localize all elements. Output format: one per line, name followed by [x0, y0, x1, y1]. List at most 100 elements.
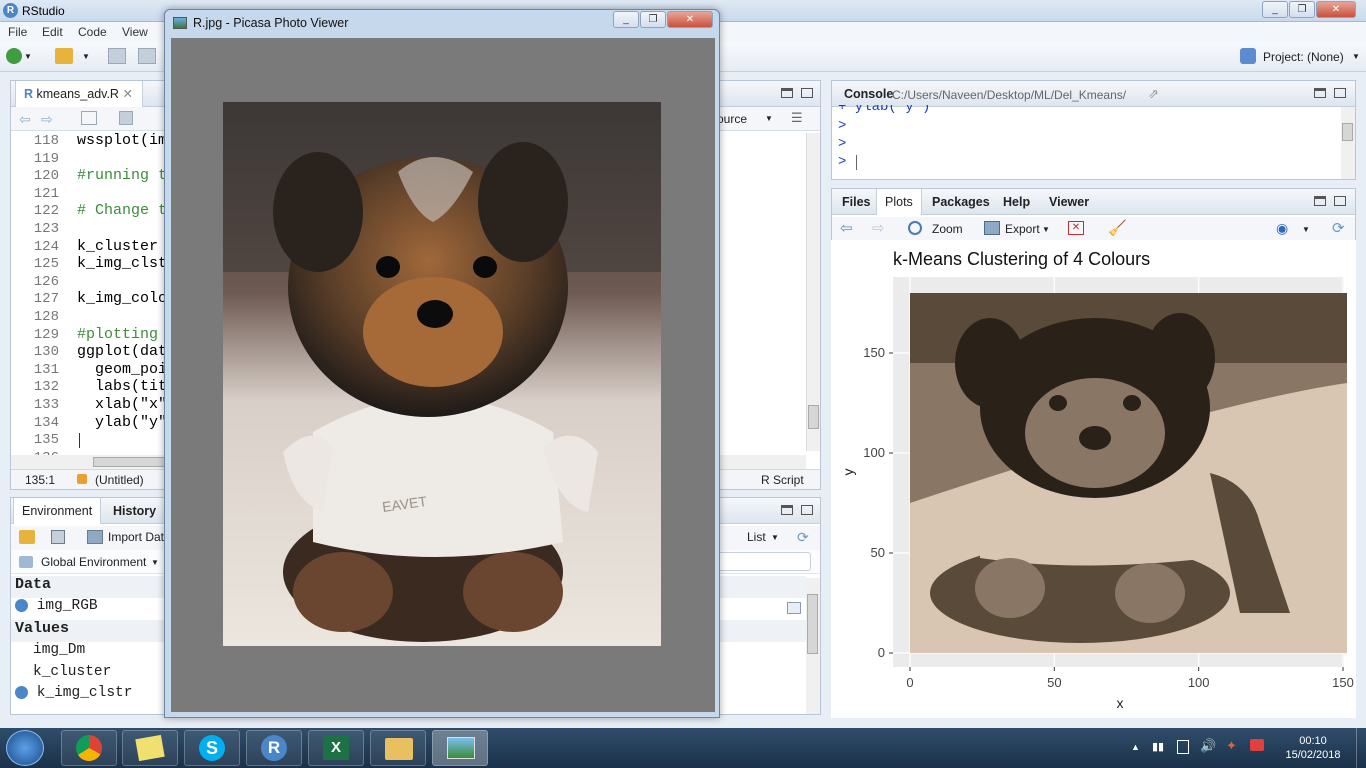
editor-scroll-thumb[interactable] [808, 405, 819, 429]
code-line[interactable]: labs(tit [77, 378, 167, 395]
env-search-input[interactable] [711, 552, 811, 571]
source-dropdown-icon[interactable]: ▼ [765, 114, 773, 123]
zoom-button[interactable]: Zoom [932, 222, 963, 236]
show-desktop-button[interactable] [1356, 728, 1366, 768]
save-source-icon[interactable] [119, 111, 133, 125]
taskbar-picasa[interactable] [432, 730, 488, 766]
code-line[interactable]: xlab("x" [77, 396, 167, 413]
tab-kmeans-adv[interactable]: R kmeans_adv.R ✕ [15, 81, 143, 107]
taskbar-explorer[interactable] [370, 730, 426, 766]
taskbar-skype[interactable]: S [184, 730, 240, 766]
view-mode-dropdown-icon[interactable]: ▼ [771, 533, 779, 542]
editor-vertical-scrollbar[interactable] [806, 133, 820, 451]
menu-edit[interactable]: Edit [42, 25, 63, 39]
refresh-plot-icon[interactable]: ⟳ [1332, 219, 1345, 237]
editor-hscroll-thumb[interactable] [93, 457, 173, 467]
export-button[interactable]: Export [1005, 222, 1040, 236]
start-button-icon[interactable] [6, 730, 44, 766]
minimize-env-pane-icon[interactable] [781, 505, 793, 515]
env-item-k-cluster[interactable]: k_cluster [33, 664, 183, 686]
maximize-button[interactable]: ❐ [1289, 1, 1315, 18]
scope-dropdown-icon[interactable]: ▼ [151, 558, 159, 567]
save-workspace-icon[interactable] [51, 530, 65, 544]
project-selector[interactable]: Project: (None) [1263, 50, 1344, 64]
puppy-photo[interactable]: EAVET [223, 102, 661, 646]
code-line[interactable]: #running t [77, 167, 167, 184]
taskbar-excel[interactable]: X [308, 730, 364, 766]
maximize-console-icon[interactable] [1334, 88, 1346, 98]
console-scrollbar[interactable] [1341, 107, 1355, 179]
scope-context[interactable]: (Untitled) [95, 473, 144, 487]
env-item-img-rgb[interactable]: img_RGB [15, 598, 165, 620]
console-scroll-thumb[interactable] [1342, 123, 1353, 141]
maximize-env-pane-icon[interactable] [801, 505, 813, 515]
show-hidden-icons[interactable]: ▲ [1131, 742, 1140, 752]
taskbar-rstudio[interactable]: R [246, 730, 302, 766]
go-to-directory-icon[interactable]: ⇗ [1148, 86, 1159, 102]
env-item-img-dm[interactable]: img_Dm [33, 642, 183, 664]
code-line[interactable]: #plotting [77, 326, 158, 343]
volume-icon[interactable]: 🔊 [1200, 738, 1216, 754]
tab-history[interactable]: History [105, 498, 164, 524]
minimize-button[interactable]: _ [1262, 1, 1288, 18]
code-line[interactable]: k_img_colo [77, 290, 167, 307]
back-arrow-icon[interactable]: ⇦ [19, 111, 31, 128]
code-line[interactable]: ylab("y" [77, 414, 167, 431]
new-file-dropdown-icon[interactable]: ▼ [24, 52, 32, 61]
clear-plots-broom-icon[interactable]: 🧹 [1108, 219, 1127, 237]
view-table-icon[interactable] [787, 602, 801, 614]
code-line[interactable]: # Change t [77, 202, 167, 219]
new-file-icon[interactable] [6, 48, 22, 64]
battery-icon[interactable] [1177, 740, 1189, 754]
load-workspace-icon[interactable] [19, 530, 35, 544]
expand-icon[interactable] [15, 598, 28, 612]
expand-icon[interactable] [15, 685, 28, 699]
tab-packages[interactable]: Packages [924, 189, 998, 215]
taskbar-sticky-notes[interactable] [122, 730, 178, 766]
zoom-icon[interactable] [908, 221, 922, 235]
taskbar-chrome[interactable] [61, 730, 117, 766]
menu-view[interactable]: View [122, 25, 148, 39]
save-icon[interactable] [108, 48, 126, 64]
publish-dropdown-icon[interactable]: ▼ [1302, 225, 1310, 234]
code-line[interactable]: wssplot(im [77, 133, 167, 149]
tab-viewer[interactable]: Viewer [1041, 189, 1097, 215]
taskbar-clock[interactable]: 00:10 15/02/2018 [1278, 734, 1348, 762]
tab-plots[interactable]: Plots [876, 189, 922, 215]
open-file-icon[interactable] [55, 48, 73, 64]
file-type[interactable]: R Script [761, 473, 804, 487]
code-line[interactable]: k_img_clst [77, 255, 167, 272]
tab-help[interactable]: Help [995, 189, 1038, 215]
previous-plot-icon[interactable]: ⇦ [840, 219, 853, 237]
remove-plot-icon[interactable]: ✕ [1068, 221, 1084, 235]
tray-alert-icon[interactable] [1250, 739, 1264, 751]
minimize-console-icon[interactable] [1314, 88, 1326, 98]
menu-file[interactable]: File [8, 25, 27, 39]
env-scrollbar[interactable] [806, 578, 820, 714]
refresh-env-icon[interactable]: ⟳ [797, 529, 809, 546]
minimize-plots-icon[interactable] [1314, 196, 1326, 206]
console-output[interactable]: + ylab("y") > > > [838, 105, 1338, 177]
open-file-dropdown-icon[interactable]: ▼ [82, 52, 90, 61]
close-button[interactable]: ✕ [1316, 1, 1356, 18]
show-in-window-icon[interactable] [81, 111, 97, 125]
next-plot-icon[interactable]: ⇨ [872, 219, 885, 237]
env-scroll-thumb[interactable] [807, 594, 818, 654]
view-mode-select[interactable]: List [747, 530, 766, 544]
import-dataset-button[interactable]: Import Dat [108, 530, 164, 544]
import-dataset-icon[interactable] [87, 530, 103, 544]
code-line[interactable]: geom_poi [77, 361, 167, 378]
tab-files[interactable]: Files [834, 189, 879, 215]
picasa-minimize-button[interactable]: _ [613, 11, 639, 28]
code-line[interactable]: k_cluster [77, 238, 158, 255]
menu-code[interactable]: Code [78, 25, 107, 39]
forward-arrow-icon[interactable]: ⇨ [41, 111, 53, 128]
maximize-pane-icon[interactable] [801, 88, 813, 98]
export-dropdown-icon[interactable]: ▼ [1042, 225, 1050, 234]
tray-app-icon[interactable]: ✦ [1226, 738, 1237, 754]
picasa-close-button[interactable]: ✕ [667, 11, 713, 28]
scope-selector[interactable]: Global Environment [41, 555, 146, 569]
export-icon[interactable] [984, 221, 1000, 235]
project-dropdown-icon[interactable]: ▼ [1352, 52, 1360, 61]
env-item-k-img-clstr[interactable]: k_img_clstr [15, 685, 165, 707]
